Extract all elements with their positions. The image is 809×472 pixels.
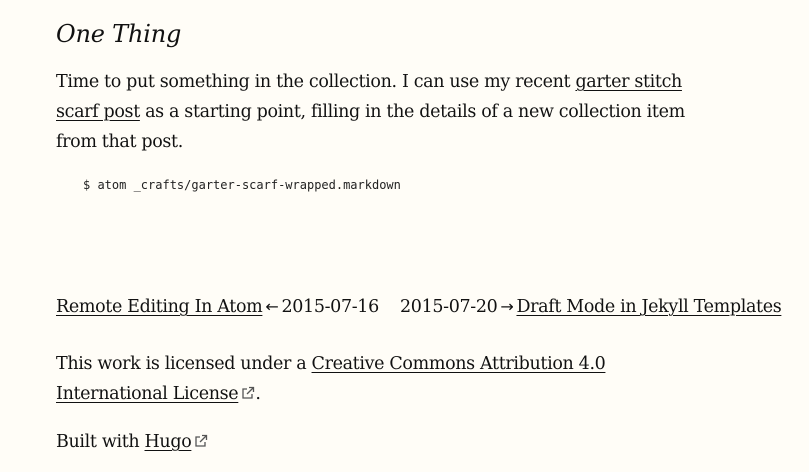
section-heading: One Thing (56, 20, 182, 48)
next-post-date: 2015-07-20 (400, 297, 498, 317)
intro-text-after: as a starting point, filling in the deta… (56, 102, 685, 152)
next-post-link[interactable]: Draft Mode in Jekyll Templates (516, 297, 781, 317)
built-with-text: Built with (56, 432, 145, 452)
license-text: This work is licensed under a (56, 354, 312, 374)
hugo-link[interactable]: Hugo (145, 432, 192, 452)
intro-paragraph: Time to put something in the collection.… (56, 67, 696, 157)
left-arrow-icon: ← (265, 297, 279, 316)
external-link-icon (195, 434, 208, 447)
next-post: 2015-07-20 → Draft Mode in Jekyll Template… (400, 293, 782, 321)
previous-post-date: 2015-07-16 (281, 297, 379, 317)
previous-post-link[interactable]: Remote Editing In Atom (56, 297, 263, 317)
code-block: $ atom _crafts/garter-scarf-wrapped.mark… (83, 178, 401, 192)
intro-text-before: Time to put something in the collection.… (56, 72, 576, 92)
right-arrow-icon: → (500, 297, 514, 316)
external-link-icon (242, 386, 255, 399)
license-period: . (255, 384, 261, 404)
page: One Thing Time to put something in the c… (0, 0, 809, 472)
license-notice: This work is licensed under a Creative C… (56, 349, 616, 409)
previous-post: Remote Editing In Atom ← 2015-07-16 (56, 293, 379, 321)
built-with: Built with Hugo (56, 427, 208, 457)
